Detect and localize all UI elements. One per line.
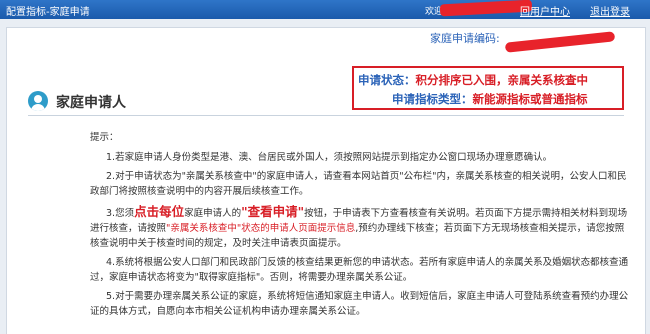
avatar-head	[34, 95, 42, 103]
user-center-link[interactable]: 回用户中心	[520, 3, 570, 18]
notes-content: 提示： 1.若家庭申请人身份类型是港、澳、台居民或外国人，须按照网站提示到指定办…	[90, 131, 630, 324]
note-2: 2.对于申请状态为"亲属关系核查中"的家庭申请人，请查看本网站首页"公布栏"内，…	[90, 171, 627, 197]
note-3-red-text: "亲属关系核查中"状态的申请人页面提示信息	[166, 223, 356, 234]
status-label: 申请状态：	[358, 73, 416, 87]
status-annotation-box: 申请状态：积分排序已入围，亲属关系核查中 申请指标类型：新能源指标或普通指标	[352, 66, 624, 110]
user-avatar-icon	[28, 91, 48, 111]
redaction-mark	[439, 0, 533, 17]
page-breadcrumb-title: 配置指标-家庭申请	[6, 7, 90, 18]
notes-hint: 提示：	[90, 132, 119, 143]
application-number-label: 家庭申请编码:	[430, 32, 500, 45]
status-row: 申请状态：积分排序已入围，亲属关系核查中	[358, 72, 588, 88]
note-5: 5.对于需要办理亲属关系公证的家庭，系统将短信通知家庭主申请人。收到短信后，家庭…	[90, 291, 629, 317]
section-title: 家庭申请人	[56, 95, 126, 111]
note-1: 1.若家庭申请人身份类型是港、澳、台居民或外国人，须按照网站提示到指定办公窗口现…	[106, 151, 553, 163]
avatar-body	[31, 104, 45, 111]
top-header-bar: 配置指标-家庭申请 欢迎 回用户中心 退出登录	[0, 0, 650, 19]
note-4: 4.系统将根据公安人口部门和民政部门反馈的核查结果更新您的申请状态。若所有家庭申…	[90, 257, 629, 283]
note-3-emphasis-click: 点击每位	[134, 204, 185, 219]
note-3: 3.您须点击每位家庭申请人的"查看申请"按钮，于申请表下方查看核查有关说明。若页…	[90, 204, 630, 251]
type-row: 申请指标类型：新能源指标或普通指标	[392, 91, 588, 107]
note-3-part-b: 家庭申请人的	[184, 208, 242, 219]
type-value: 新能源指标或普通指标	[472, 92, 588, 106]
note-3-emphasis-view: "查看申请"	[241, 204, 305, 219]
type-label: 申请指标类型：	[392, 92, 473, 106]
status-value: 积分排序已入围，亲属关系核查中	[415, 73, 589, 87]
logout-link[interactable]: 退出登录	[590, 3, 630, 18]
note-3-part-a: 3.您须	[106, 208, 135, 219]
section-divider	[28, 115, 624, 116]
